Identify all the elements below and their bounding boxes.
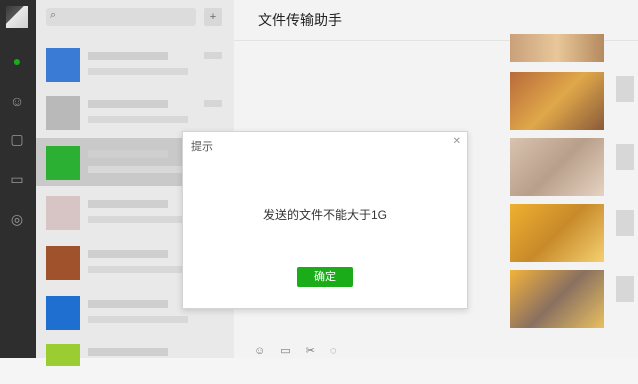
- search-icon: ⌕: [50, 9, 57, 21]
- avatar: [46, 96, 80, 130]
- list-item[interactable]: [36, 88, 234, 136]
- avatar: [46, 296, 80, 330]
- list-item[interactable]: [36, 40, 234, 88]
- dialog-message: 发送的文件不能大于1G: [262, 208, 387, 222]
- image-message[interactable]: [510, 138, 604, 196]
- close-icon[interactable]: ✕: [453, 136, 461, 147]
- favorites-icon[interactable]: ▢: [8, 130, 26, 148]
- file-icon[interactable]: ▭: [280, 345, 290, 357]
- scissors-icon[interactable]: ✂: [306, 345, 315, 357]
- contacts-icon[interactable]: ☺: [8, 92, 26, 110]
- nav-rail: ● ☺ ▢ ▭ ◎: [0, 0, 36, 358]
- avatar[interactable]: [6, 6, 28, 28]
- input-toolbar: ☺ ▭ ✂ ◌: [254, 344, 349, 357]
- chat-icon[interactable]: ●: [8, 52, 26, 70]
- avatar: [46, 146, 80, 180]
- ok-button[interactable]: 确定: [297, 267, 353, 287]
- chat-history-icon[interactable]: ◌: [330, 345, 337, 357]
- avatar: [46, 344, 80, 366]
- alert-dialog: 提示 ✕ 发送的文件不能大于1G 确定: [182, 131, 468, 309]
- image-message[interactable]: [510, 270, 604, 328]
- search-input[interactable]: ⌕: [46, 8, 196, 26]
- plus-icon[interactable]: +: [204, 8, 222, 26]
- list-item[interactable]: [36, 336, 234, 384]
- image-message[interactable]: [510, 204, 604, 262]
- chat-title: 文件传输助手: [258, 12, 342, 28]
- image-message[interactable]: [510, 72, 604, 130]
- avatar: [46, 48, 80, 82]
- avatar: [46, 246, 80, 280]
- image-message[interactable]: [510, 34, 604, 62]
- moments-icon[interactable]: ◎: [8, 210, 26, 228]
- emoji-icon[interactable]: ☺: [254, 345, 265, 357]
- folder-icon[interactable]: ▭: [8, 170, 26, 188]
- dialog-title: 提示: [191, 141, 213, 153]
- avatar: [46, 196, 80, 230]
